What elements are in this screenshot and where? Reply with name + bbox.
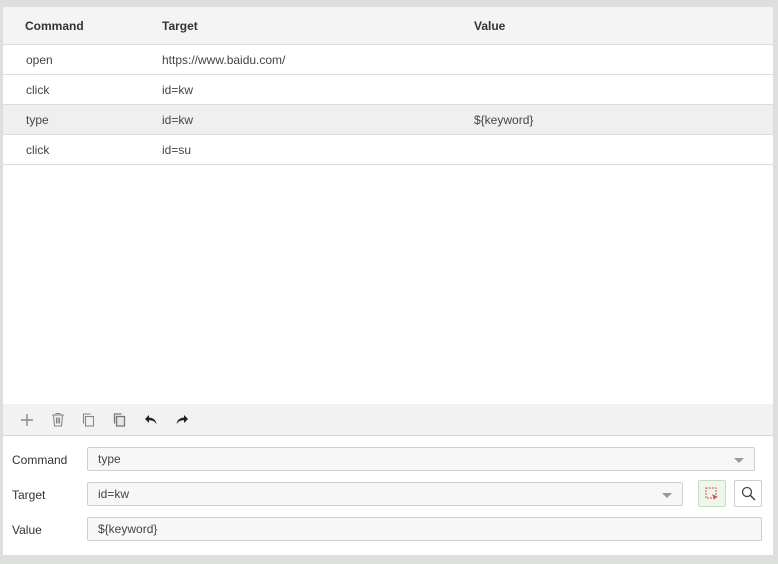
paste-icon[interactable] [104, 408, 135, 432]
target-select-value: id=kw [98, 487, 130, 501]
copy-icon[interactable] [73, 408, 104, 432]
row-command: click [26, 142, 50, 157]
row-command: type [26, 112, 49, 127]
row-command: open [26, 52, 53, 67]
command-toolbar [3, 404, 773, 436]
value-label: Value [12, 523, 42, 537]
select-target-icon [705, 487, 718, 500]
add-icon[interactable] [11, 408, 42, 432]
chevron-down-icon [734, 458, 744, 463]
find-target-button[interactable] [734, 480, 762, 507]
command-select-value: type [98, 452, 121, 466]
command-editor-panel: Command Target Value open https://www.ba… [3, 7, 773, 555]
value-input[interactable]: ${keyword} [87, 517, 762, 541]
command-table: Command Target Value open https://www.ba… [3, 7, 773, 165]
row-target: id=kw [162, 112, 194, 127]
row-command: click [26, 82, 50, 97]
row-value: ${keyword} [474, 112, 534, 127]
row-target: id=su [162, 142, 192, 157]
target-row: Target id=kw [3, 480, 773, 508]
table-row[interactable]: click id=su [3, 135, 773, 165]
value-row: Value ${keyword} [3, 517, 773, 543]
table-row[interactable]: open https://www.baidu.com/ [3, 45, 773, 75]
header-command[interactable]: Command [3, 19, 162, 33]
command-label: Command [12, 453, 68, 467]
target-select[interactable]: id=kw [87, 482, 683, 506]
header-target[interactable]: Target [162, 19, 474, 33]
delete-icon[interactable] [42, 408, 73, 432]
row-target: id=kw [162, 82, 194, 97]
table-row-selected[interactable]: type id=kw ${keyword} [3, 105, 773, 135]
chevron-down-icon [662, 493, 672, 498]
header-value[interactable]: Value [474, 19, 773, 33]
table-header: Command Target Value [3, 7, 773, 45]
select-target-button[interactable] [698, 480, 726, 507]
undo-icon[interactable] [135, 408, 166, 432]
target-label: Target [12, 488, 46, 502]
table-row[interactable]: click id=kw [3, 75, 773, 105]
redo-icon[interactable] [166, 408, 197, 432]
command-row: Command type [3, 447, 773, 473]
search-icon [741, 486, 756, 501]
command-select[interactable]: type [87, 447, 755, 471]
row-target: https://www.baidu.com/ [162, 52, 286, 67]
value-input-text: ${keyword} [98, 522, 158, 536]
